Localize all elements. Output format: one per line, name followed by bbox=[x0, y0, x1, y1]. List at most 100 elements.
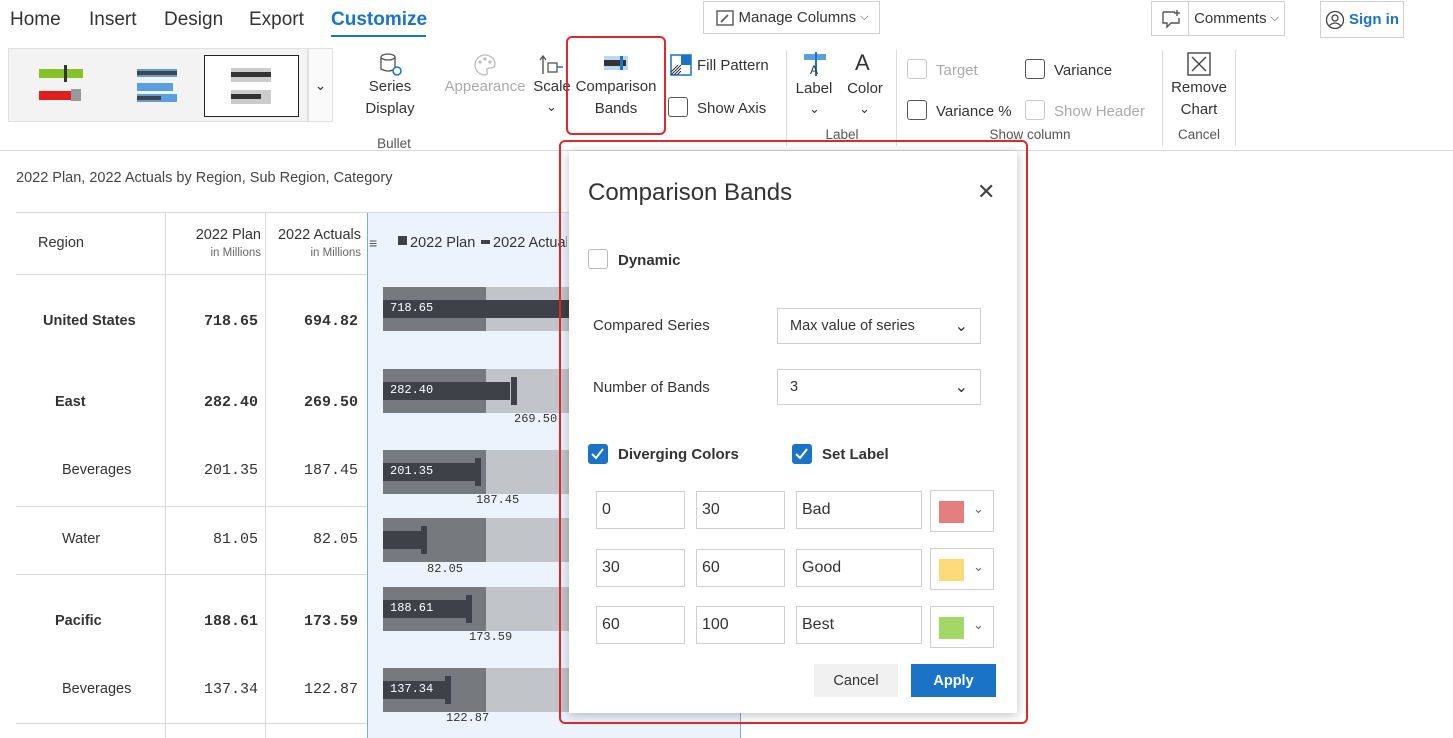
variance-percent-checkbox[interactable] bbox=[907, 100, 927, 120]
plan-header[interactable]: 2022 Plan bbox=[170, 227, 261, 243]
number-of-bands-label: Number of Bands bbox=[593, 379, 710, 396]
actuals-unit: in Millions bbox=[310, 247, 362, 259]
actual-marker bbox=[421, 526, 427, 554]
set-label-checkbox[interactable] bbox=[792, 444, 812, 464]
band-3-color-picker[interactable]: ⌄ bbox=[930, 606, 994, 648]
row-name[interactable]: Beverages bbox=[62, 462, 131, 478]
add-comment-button[interactable] bbox=[1151, 1, 1189, 36]
font-color-icon: A bbox=[855, 50, 870, 75]
bullet-bar-row-2[interactable]: 201.35 bbox=[383, 450, 569, 494]
bullet-bar-row-1[interactable]: 282.40 bbox=[383, 369, 569, 413]
band-2-label-input[interactable]: Good bbox=[796, 549, 922, 587]
number-of-bands-value: 3 bbox=[790, 379, 799, 395]
user-icon bbox=[1325, 10, 1345, 29]
compared-series-value: Max value of series bbox=[790, 318, 915, 334]
tab-insert[interactable]: Insert bbox=[89, 9, 137, 31]
ribbon-separator bbox=[1235, 50, 1236, 146]
svg-text:A: A bbox=[810, 63, 818, 76]
remove-chart-button[interactable]: Remove Chart bbox=[1166, 77, 1232, 121]
region-header[interactable]: Region bbox=[38, 235, 84, 251]
palette-icon bbox=[472, 52, 498, 78]
check-icon bbox=[795, 448, 808, 460]
check-icon bbox=[591, 448, 604, 460]
actual-marker bbox=[475, 458, 481, 486]
row-plan-value: 201.35 bbox=[203, 462, 258, 479]
bullet-bar-row-4[interactable]: 188.61 bbox=[383, 587, 569, 631]
band-light bbox=[486, 450, 569, 494]
row-actual-value: 269.50 bbox=[303, 394, 358, 411]
plan-bar-label: 282.40 bbox=[390, 383, 434, 397]
color-button[interactable]: Color bbox=[844, 78, 886, 100]
apply-button[interactable]: Apply bbox=[911, 664, 996, 697]
band-2-from-input[interactable]: 30 bbox=[596, 549, 685, 587]
close-icon[interactable]: ✕ bbox=[977, 179, 995, 205]
manage-columns-button[interactable]: Manage Columns ⌵ bbox=[703, 1, 880, 34]
tab-design[interactable]: Design bbox=[164, 9, 223, 31]
bullet-style-3-selected[interactable] bbox=[204, 55, 299, 117]
band-light bbox=[486, 587, 569, 631]
row-name[interactable]: East bbox=[55, 394, 86, 410]
style-3-plan-bar-1 bbox=[231, 72, 271, 77]
show-axis-checkbox[interactable] bbox=[668, 97, 688, 117]
gallery-expand-button[interactable]: ⌄ bbox=[308, 48, 333, 122]
show-header-checkbox[interactable] bbox=[1025, 100, 1045, 120]
band-1-color-picker[interactable]: ⌄ bbox=[930, 490, 994, 532]
ribbon-separator bbox=[896, 50, 897, 146]
tab-export[interactable]: Export bbox=[249, 9, 304, 31]
bullet-style-2[interactable] bbox=[109, 53, 199, 117]
variance-checkbox[interactable] bbox=[1025, 59, 1045, 79]
band-3-from-input[interactable]: 60 bbox=[596, 606, 685, 644]
row-name[interactable]: United States bbox=[43, 313, 136, 329]
comments-button[interactable]: Comments ⌵ bbox=[1188, 1, 1285, 36]
band-1-to-input[interactable]: 30 bbox=[696, 491, 785, 529]
bullet-group-label: Bullet bbox=[377, 136, 411, 151]
bullet-bar-row-5[interactable]: 137.34 bbox=[383, 668, 569, 712]
band-2-to-input[interactable]: 60 bbox=[696, 549, 785, 587]
bullet-bar-row-3[interactable] bbox=[383, 518, 569, 562]
series-display-button[interactable]: Series Display bbox=[344, 76, 436, 120]
row-name[interactable]: Pacific bbox=[55, 613, 102, 629]
band-1-label-input[interactable]: Bad bbox=[796, 491, 922, 529]
row-name[interactable]: Beverages bbox=[62, 681, 131, 697]
target-label: Target bbox=[936, 62, 978, 79]
label-button[interactable]: Label bbox=[794, 78, 834, 100]
row-plan-value: 137.34 bbox=[203, 681, 258, 698]
chevron-down-icon: ⌄ bbox=[859, 101, 870, 116]
cancel-group-label: Cancel bbox=[1177, 127, 1221, 142]
plan-bar bbox=[383, 531, 421, 549]
row-divider bbox=[16, 574, 367, 575]
band-1-from-input[interactable]: 0 bbox=[596, 491, 685, 529]
comments-label: Comments bbox=[1194, 10, 1267, 27]
diverging-colors-label: Diverging Colors bbox=[618, 446, 739, 463]
compared-series-select[interactable]: Max value of series ⌄ bbox=[777, 308, 981, 344]
label-icon: A bbox=[803, 52, 827, 76]
band-2-color-picker[interactable]: ⌄ bbox=[930, 548, 994, 590]
hamburger-menu-icon[interactable]: ≡ bbox=[369, 235, 377, 251]
actuals-header[interactable]: 2022 Actuals bbox=[268, 227, 361, 243]
fill-pattern-button[interactable]: Fill Pattern bbox=[697, 55, 769, 77]
ribbon-separator bbox=[1162, 50, 1163, 146]
bullet-style-1[interactable] bbox=[11, 53, 101, 117]
dynamic-checkbox[interactable] bbox=[588, 249, 608, 269]
comparison-bands-highlight bbox=[566, 36, 666, 135]
column-divider bbox=[165, 212, 166, 738]
column-divider bbox=[265, 212, 266, 738]
number-of-bands-select[interactable]: 3 ⌄ bbox=[777, 369, 981, 405]
actual-marker bbox=[466, 595, 472, 623]
target-checkbox[interactable] bbox=[907, 59, 927, 79]
sign-in-label: Sign in bbox=[1349, 11, 1399, 28]
bullet-bar-row-0[interactable]: 718.65 bbox=[383, 287, 573, 331]
band-3-to-input[interactable]: 100 bbox=[696, 606, 785, 644]
active-tab-indicator bbox=[331, 35, 426, 37]
band-3-label-input[interactable]: Best bbox=[796, 606, 922, 644]
tab-customize[interactable]: Customize bbox=[331, 9, 427, 31]
appearance-button[interactable]: Appearance bbox=[444, 76, 526, 98]
sign-in-button[interactable]: Sign in bbox=[1320, 1, 1404, 38]
cancel-button[interactable]: Cancel bbox=[814, 664, 898, 697]
plan-bar-label: 137.34 bbox=[390, 682, 434, 696]
diverging-colors-checkbox[interactable] bbox=[588, 444, 608, 464]
plan-unit: in Millions bbox=[210, 247, 262, 259]
chevron-down-icon: ⌄ bbox=[973, 501, 984, 516]
row-name[interactable]: Water bbox=[62, 531, 100, 547]
tab-home[interactable]: Home bbox=[10, 9, 61, 31]
